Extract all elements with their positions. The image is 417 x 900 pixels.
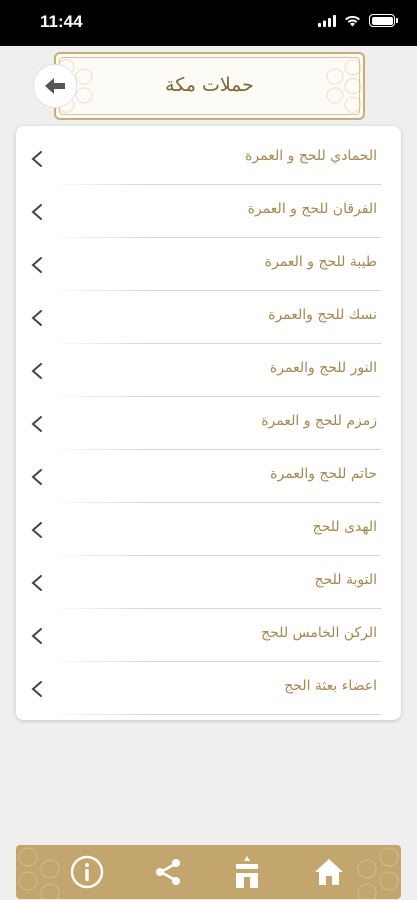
status-time: 11:44 xyxy=(40,12,83,31)
signal-icon xyxy=(318,14,336,27)
wifi-icon xyxy=(345,15,360,26)
list-item-label: النور للحج والعمرة xyxy=(269,360,377,376)
info-icon xyxy=(70,855,104,889)
status-icons xyxy=(318,14,398,27)
bottom-tab-bar xyxy=(16,845,401,899)
title-banner: حملات مكة xyxy=(54,52,365,120)
list-item-label: نسك للحج والعمرة xyxy=(268,307,377,323)
tab-kaaba[interactable] xyxy=(228,853,266,891)
chevron-left-icon xyxy=(31,628,42,644)
list-item[interactable]: الهدى للحج xyxy=(16,503,401,556)
list-item[interactable]: طيبة للحج و العمرة xyxy=(16,238,401,291)
list-item[interactable]: زمزم للحج و العمرة xyxy=(16,397,401,450)
list-item[interactable]: الركن الخامس للحج xyxy=(16,609,401,662)
chevron-left-icon xyxy=(31,522,42,538)
list-item[interactable]: الفرقان للحج و العمرة xyxy=(16,185,401,238)
ornament-pattern-icon xyxy=(357,847,399,899)
list-item-label: الهدى للحج xyxy=(312,519,377,535)
tab-info[interactable] xyxy=(68,853,106,891)
status-bar: 11:44 xyxy=(0,0,417,46)
back-button[interactable] xyxy=(33,64,77,108)
list-item-label: التوبة للحج xyxy=(314,572,377,588)
share-icon xyxy=(156,859,180,885)
list-item-label: زمزم للحج و العمرة xyxy=(261,413,377,429)
chevron-left-icon xyxy=(31,681,42,697)
chevron-left-icon xyxy=(31,151,42,167)
list-item[interactable]: اعضاء بعثة الحج xyxy=(16,662,401,715)
list-item[interactable]: حاتم للحج والعمرة xyxy=(16,450,401,503)
arrow-left-icon xyxy=(45,78,65,94)
campaign-list: الحمادي للحج و العمرة الفرقان للحج و الع… xyxy=(16,126,401,720)
chevron-left-icon xyxy=(31,416,42,432)
battery-icon xyxy=(369,14,398,27)
list-item-label: الركن الخامس للحج xyxy=(261,625,377,641)
list-item-label: اعضاء بعثة الحج xyxy=(284,678,377,694)
ornament-pattern-icon xyxy=(18,847,60,899)
page-title: حملات مكة xyxy=(165,74,254,96)
tab-share[interactable] xyxy=(149,853,187,891)
chevron-left-icon xyxy=(31,363,42,379)
header: حملات مكة xyxy=(0,46,417,126)
list-item-label: حاتم للحج والعمرة xyxy=(270,466,377,482)
list-item[interactable]: النور للحج والعمرة xyxy=(16,344,401,397)
chevron-left-icon xyxy=(31,469,42,485)
list-item-label: الحمادي للحج و العمرة xyxy=(245,148,377,164)
chevron-left-icon xyxy=(31,204,42,220)
home-icon xyxy=(315,859,343,885)
divider xyxy=(50,714,381,715)
list-item-label: الفرقان للحج و العمرة xyxy=(247,201,377,217)
chevron-left-icon xyxy=(31,257,42,273)
kaaba-icon xyxy=(236,856,258,888)
list-item[interactable]: الحمادي للحج و العمرة xyxy=(16,132,401,185)
list-item-label: طيبة للحج و العمرة xyxy=(264,254,377,270)
chevron-left-icon xyxy=(31,575,42,591)
chevron-left-icon xyxy=(31,310,42,326)
list-item[interactable]: التوبة للحج xyxy=(16,556,401,609)
tab-home[interactable] xyxy=(310,853,348,891)
list-item[interactable]: نسك للحج والعمرة xyxy=(16,291,401,344)
